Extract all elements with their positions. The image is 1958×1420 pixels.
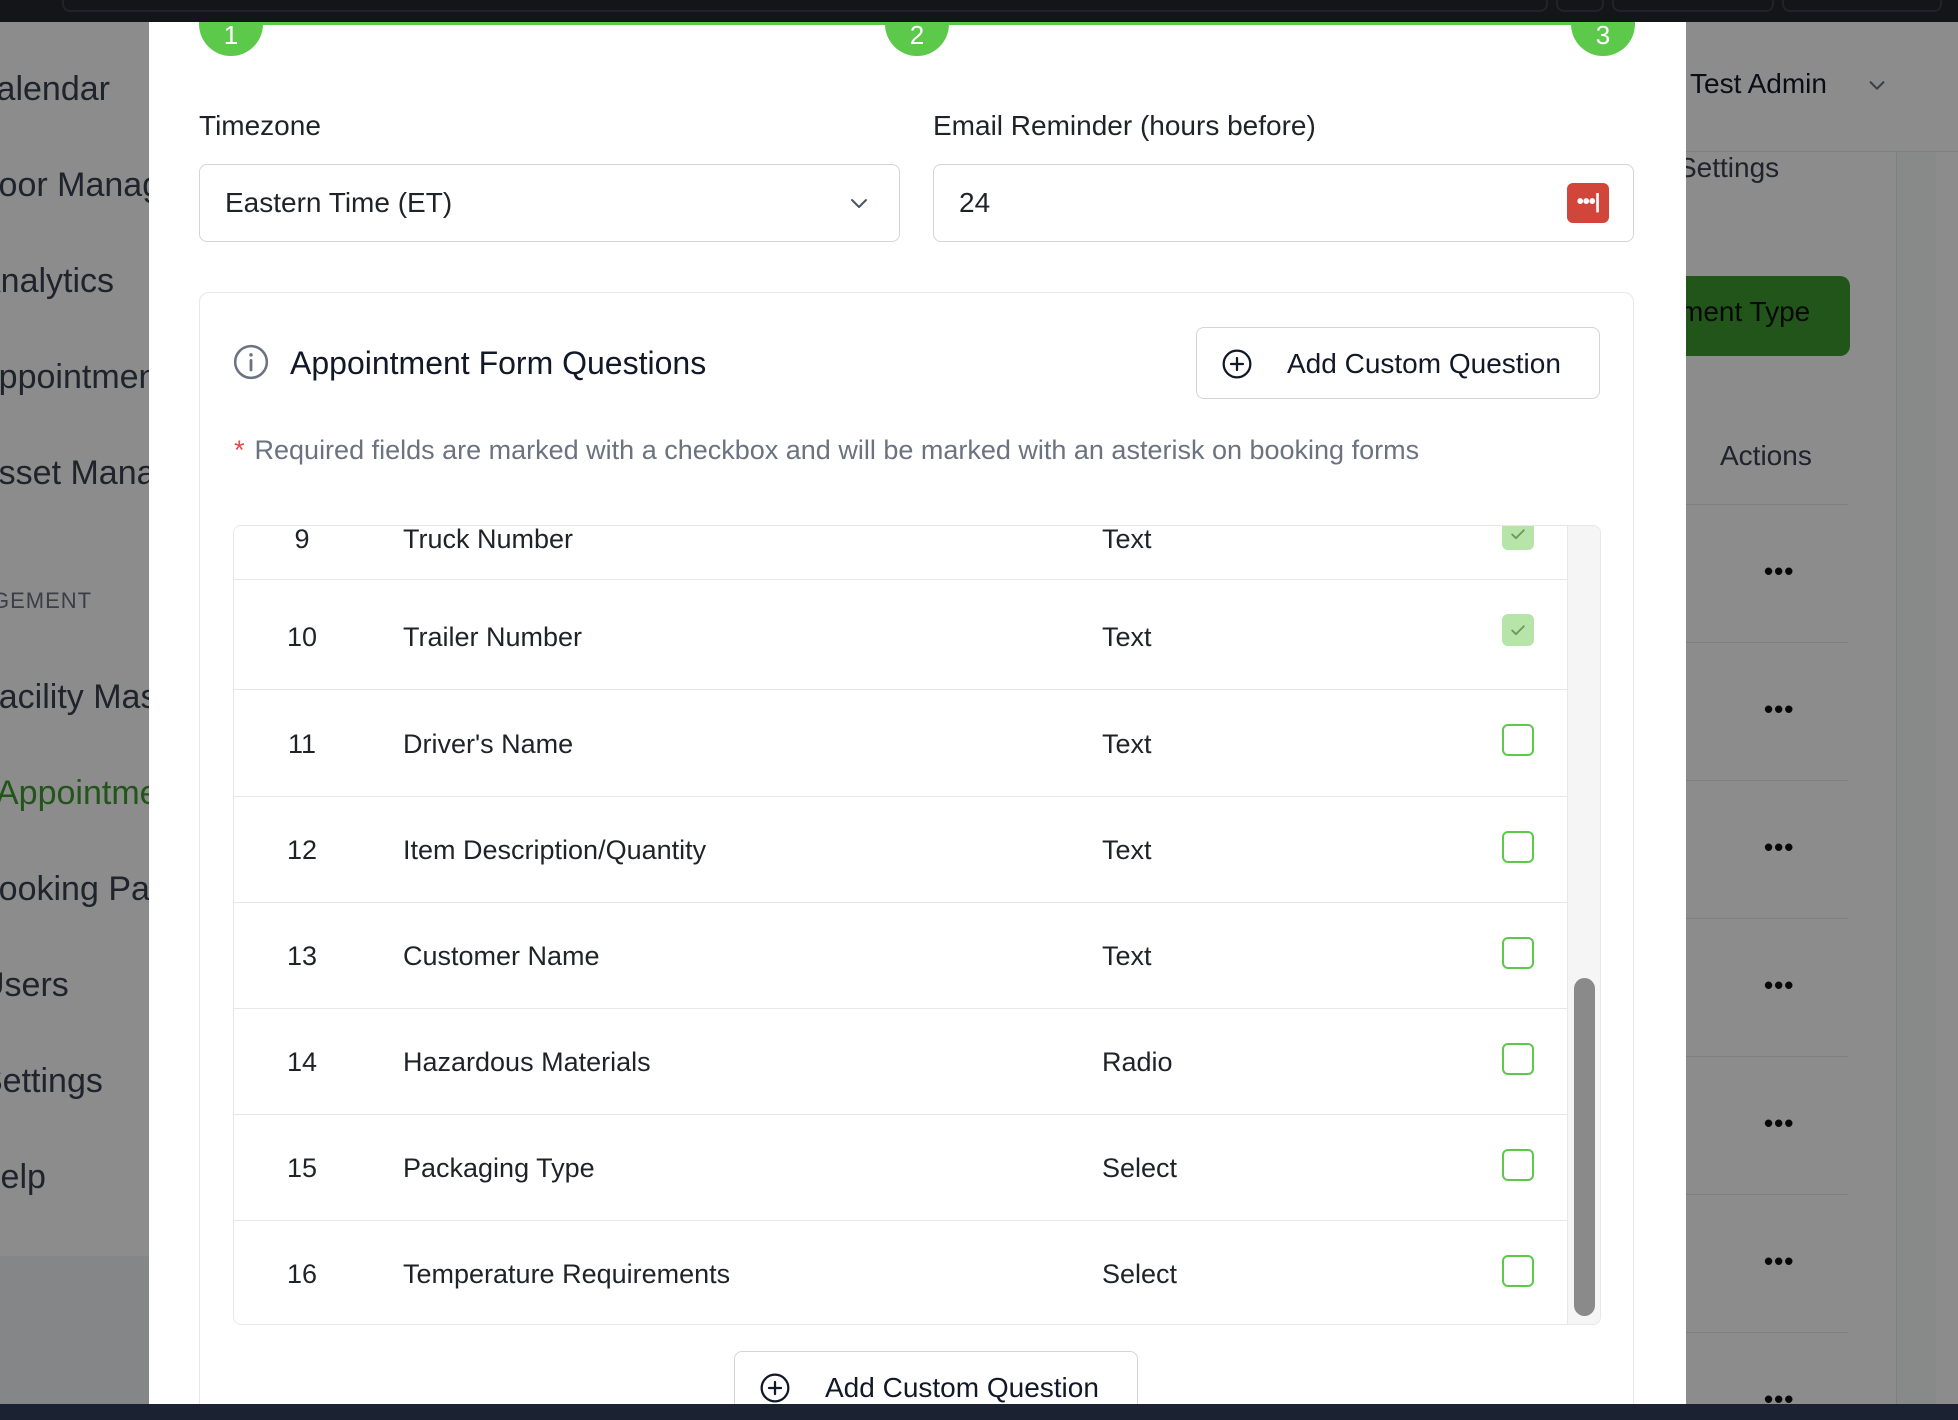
question-number: 14 [286, 1047, 318, 1077]
question-type: Select [1102, 1259, 1178, 1289]
add-custom-question-bottom-label: Add Custom Question [825, 1372, 1099, 1403]
table-row: 15 Packaging Type Select [234, 1115, 1567, 1221]
table-row: 11 Driver's Name Text [234, 690, 1567, 797]
table-row: 9 Truck Number Text [234, 525, 1567, 580]
question-type: Select [1102, 1153, 1178, 1183]
required-checkbox[interactable] [1502, 831, 1534, 863]
check-icon [1511, 625, 1525, 636]
question-number: 9 [294, 525, 310, 554]
required-checkbox[interactable] [1502, 1043, 1534, 1075]
appointment-type-modal: 1 2 3 Timezone Eastern Time (ET) Email R… [149, 22, 1686, 1404]
question-number: 11 [287, 729, 317, 759]
required-checkbox[interactable] [1502, 937, 1534, 969]
table-row: 16 Temperature Requirements Select [234, 1221, 1567, 1324]
question-number: 16 [286, 1259, 318, 1289]
questions-scrollbar-thumb[interactable] [1574, 978, 1595, 1316]
question-name: Truck Number [403, 525, 574, 554]
step-2-indicator[interactable]: 2 [885, 22, 949, 56]
question-type: Text [1102, 622, 1152, 652]
question-number: 10 [286, 622, 318, 652]
required-asterisk: * [234, 435, 245, 465]
question-type: Radio [1102, 1047, 1173, 1077]
question-name: Customer Name [403, 941, 600, 971]
step-3-indicator[interactable]: 3 [1571, 22, 1635, 56]
table-row: 14 Hazardous Materials Radio [234, 1009, 1567, 1115]
question-number: 13 [286, 941, 318, 971]
required-checkbox[interactable] [1502, 614, 1534, 646]
table-row: 10 Trailer Number Text [234, 580, 1567, 690]
add-custom-question-button[interactable]: Add Custom Question [1196, 327, 1600, 399]
question-number: 15 [286, 1153, 318, 1183]
question-type: Text [1102, 525, 1152, 554]
timezone-label: Timezone [199, 110, 321, 141]
email-reminder-value: 24 [959, 187, 991, 218]
plus-circle-icon [760, 1373, 790, 1403]
form-questions-card: Appointment Form Questions Add Custom Qu… [199, 292, 1634, 1404]
info-icon [233, 344, 269, 380]
question-name: Driver's Name [403, 729, 574, 759]
form-questions-title: Appointment Form Questions [290, 345, 707, 381]
timezone-select[interactable]: Eastern Time (ET) [199, 164, 900, 242]
password-manager-icon[interactable]: •••| [1567, 183, 1609, 223]
question-type: Text [1102, 941, 1152, 971]
questions-table: 9 Truck Number Text 10 Trailer Number Te… [233, 525, 1601, 1325]
check-icon [1511, 529, 1525, 540]
required-checkbox[interactable] [1502, 1149, 1534, 1181]
question-name: Temperature Requirements [403, 1259, 731, 1289]
email-reminder-input[interactable]: 24 •••| [933, 164, 1634, 242]
required-fields-note-text: Required fields are marked with a checkb… [254, 435, 1420, 465]
required-checkbox[interactable] [1502, 526, 1534, 550]
question-name: Item Description/Quantity [403, 835, 707, 865]
add-custom-question-label: Add Custom Question [1287, 348, 1561, 379]
plus-circle-icon [1222, 349, 1252, 379]
table-row: 12 Item Description/Quantity Text [234, 797, 1567, 903]
timezone-selected-value: Eastern Time (ET) [225, 187, 453, 218]
question-type: Text [1102, 729, 1152, 759]
window-bottom-edge [0, 1404, 1958, 1420]
required-fields-note: * Required fields are marked with a check… [234, 435, 1419, 466]
email-reminder-label: Email Reminder (hours before) [933, 110, 1316, 141]
required-checkbox[interactable] [1502, 724, 1534, 756]
add-custom-question-bottom-button[interactable]: Add Custom Question [734, 1351, 1138, 1404]
table-row: 13 Customer Name Text [234, 903, 1567, 1009]
question-name: Hazardous Materials [403, 1047, 651, 1077]
step-1-indicator[interactable]: 1 [199, 22, 263, 56]
question-name: Trailer Number [403, 622, 583, 652]
chevron-down-icon [851, 199, 867, 208]
required-checkbox[interactable] [1502, 1255, 1534, 1287]
question-name: Packaging Type [403, 1153, 595, 1183]
questions-scrollbar[interactable] [1567, 526, 1600, 1324]
question-number: 12 [286, 835, 318, 865]
question-type: Text [1102, 835, 1152, 865]
